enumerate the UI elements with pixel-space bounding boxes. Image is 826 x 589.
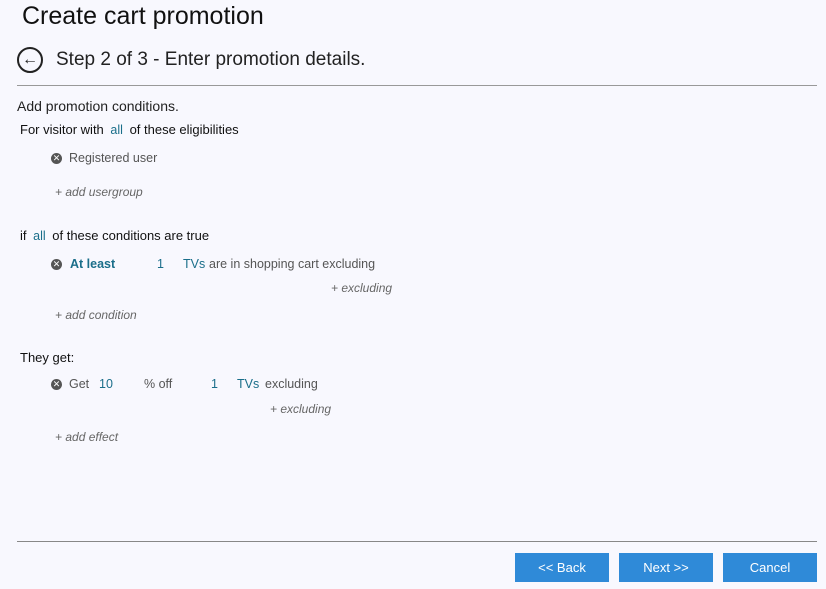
condition-excluding-link[interactable]: + excluding <box>331 281 392 295</box>
eligibility-item: ✕ Registered user <box>51 151 157 165</box>
eligibility-item-label: Registered user <box>69 151 158 165</box>
step-indicator: Step 2 of 3 - Enter promotion details. <box>56 49 366 70</box>
eligibility-prefix: For visitor with <box>20 122 104 137</box>
eligibility-suffix: of these eligibilities <box>129 122 239 137</box>
conditions-suffix: of these conditions are true <box>52 228 210 243</box>
effect-get-label: Get <box>69 377 90 391</box>
effect-quantity-link[interactable]: 1 <box>211 377 218 391</box>
back-arrow-icon[interactable]: ← <box>17 47 43 73</box>
add-effect-link[interactable]: + add effect <box>55 430 118 444</box>
condition-category-link[interactable]: TVs <box>183 257 205 271</box>
conditions-quantifier-link[interactable]: all <box>33 229 46 243</box>
header-divider <box>17 85 817 86</box>
cancel-button[interactable]: Cancel <box>723 553 817 582</box>
effects-heading: They get: <box>20 350 75 365</box>
effect-row: ✕ Get 10 % off 1 TVs excluding <box>51 377 451 393</box>
add-usergroup-link[interactable]: + add usergroup <box>55 185 143 199</box>
effect-excluding-link[interactable]: + excluding <box>270 402 331 416</box>
remove-icon[interactable]: ✕ <box>51 259 62 270</box>
back-button[interactable]: << Back <box>515 553 609 582</box>
condition-quantity-link[interactable]: 1 <box>157 257 164 271</box>
remove-icon[interactable]: ✕ <box>51 152 62 164</box>
effect-text: excluding <box>265 377 318 391</box>
eligibility-quantifier-link[interactable]: all <box>110 123 123 137</box>
next-button[interactable]: Next >> <box>619 553 713 582</box>
condition-text: are in shopping cart excluding <box>209 257 376 271</box>
effect-unit-label: % off <box>144 377 173 391</box>
condition-operator-link[interactable]: At least <box>70 257 115 271</box>
step-header: ← Step 2 of 3 - Enter promotion details. <box>17 47 365 73</box>
intro-text: Add promotion conditions. <box>17 98 179 114</box>
condition-row: ✕ At least 1 TVs are in shopping cart ex… <box>51 257 451 273</box>
conditions-heading: if all of these conditions are true <box>20 228 209 243</box>
add-condition-link[interactable]: + add condition <box>55 308 137 322</box>
page-title: Create cart promotion <box>22 2 264 30</box>
effect-amount-link[interactable]: 10 <box>99 377 113 391</box>
eligibility-heading: For visitor with all of these eligibilit… <box>20 122 239 137</box>
effect-category-link[interactable]: TVs <box>237 377 259 391</box>
footer-divider <box>17 541 817 542</box>
remove-icon[interactable]: ✕ <box>51 379 62 390</box>
conditions-prefix: if <box>20 228 27 243</box>
